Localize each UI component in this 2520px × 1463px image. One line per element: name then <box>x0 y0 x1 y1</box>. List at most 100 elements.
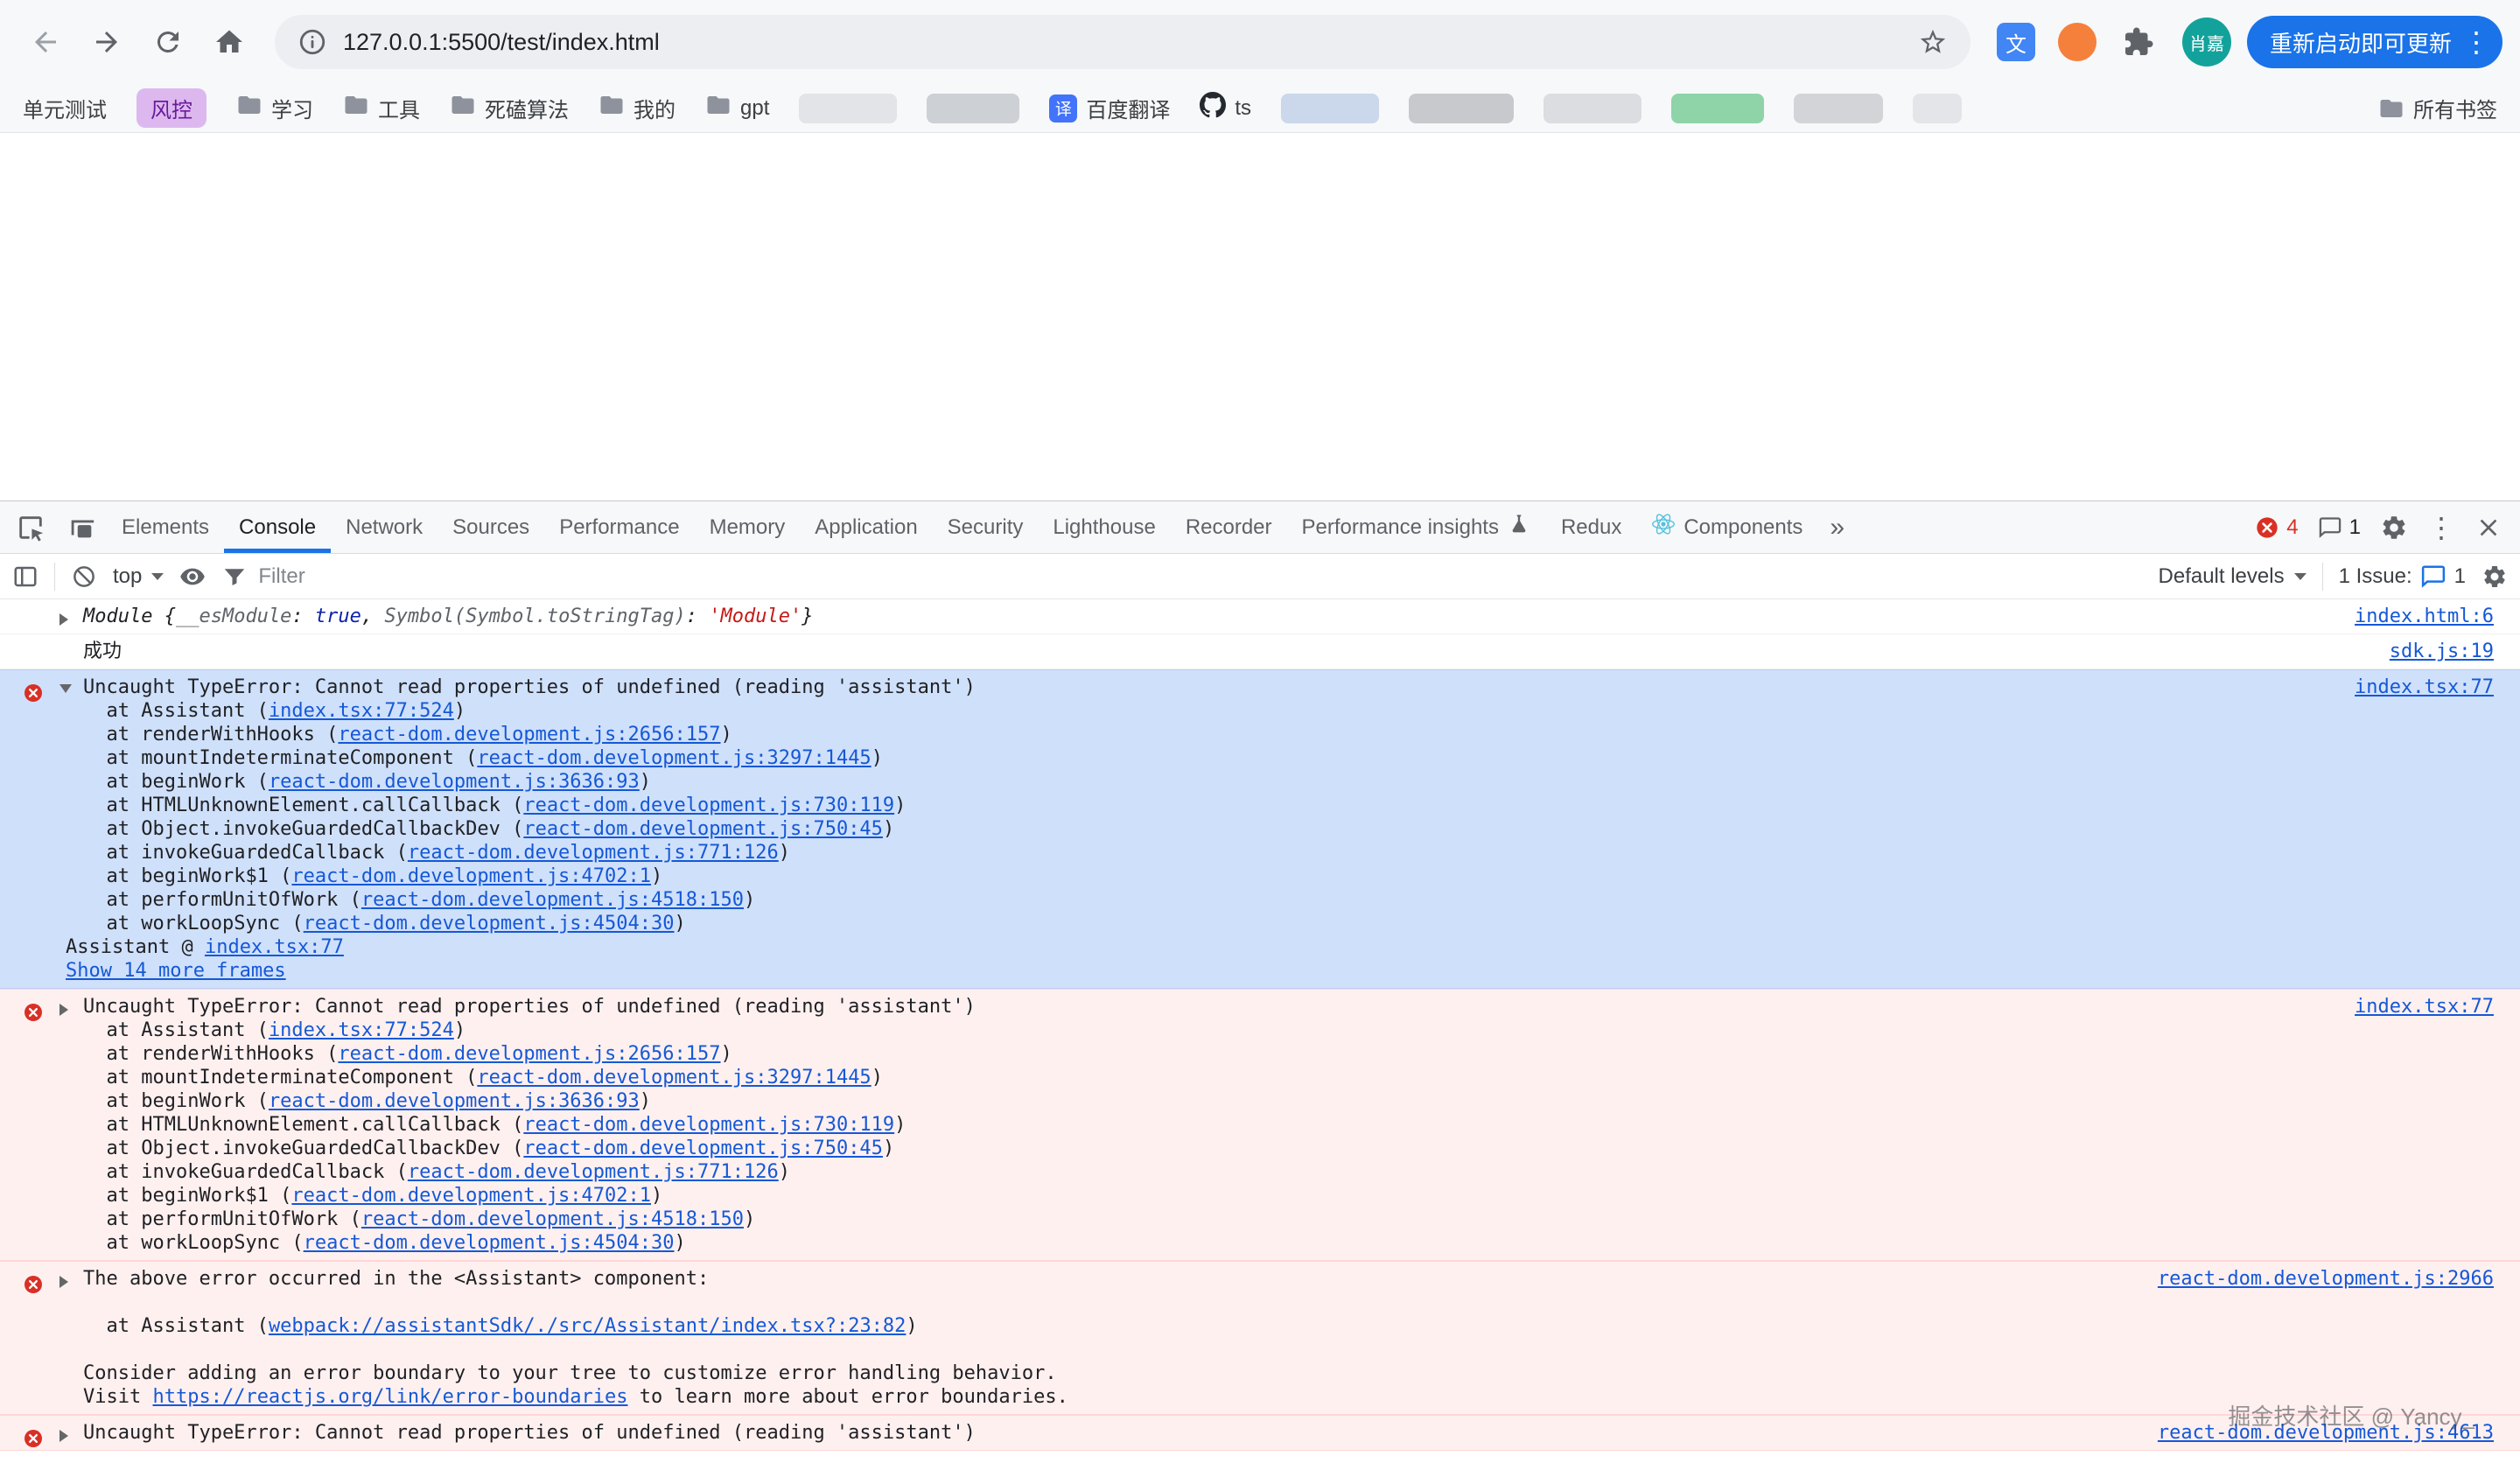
clear-console-button[interactable] <box>71 564 97 590</box>
inspect-element-button[interactable] <box>5 501 56 553</box>
address-bar[interactable]: 127.0.0.1:5500/test/index.html <box>275 15 1970 69</box>
console-link[interactable]: webpack://assistantSdk/./src/Assistant/i… <box>269 1315 906 1337</box>
console-link[interactable]: react-dom.development.js:3297:1445 <box>477 747 871 769</box>
bookmark-item[interactable]: 译百度翻译 <box>1049 93 1170 123</box>
console-source-location[interactable]: sdk.js:19 <box>2390 640 2494 663</box>
console-source-location[interactable]: index.html:6 <box>2355 605 2494 628</box>
console-link[interactable]: react-dom.development.js:2656:157 <box>338 1043 720 1065</box>
tab-elements[interactable]: Elements <box>107 501 224 553</box>
filter-input[interactable] <box>258 564 696 589</box>
tab-performance-insights[interactable]: Performance insights <box>1287 501 1546 553</box>
devtools-menu-button[interactable]: ⋮ <box>2427 511 2455 544</box>
bookmark-redacted[interactable] <box>1671 94 1764 123</box>
disclosure-triangle-icon[interactable] <box>60 1430 68 1442</box>
tab-lighthouse[interactable]: Lighthouse <box>1038 501 1170 553</box>
bookmark-redacted[interactable] <box>799 94 897 123</box>
console-link[interactable]: react-dom.development.js:4518:150 <box>361 889 744 911</box>
tab-recorder[interactable]: Recorder <box>1171 501 1287 553</box>
console-entry[interactable]: The above error occurred in the <Assista… <box>0 1261 2520 1415</box>
tab-security[interactable]: Security <box>933 501 1039 553</box>
console-settings-button[interactable] <box>2482 564 2508 590</box>
console-link[interactable]: react-dom.development.js:3297:1445 <box>477 1067 871 1088</box>
devtools-settings-button[interactable] <box>2380 514 2408 542</box>
profile-avatar[interactable]: 肖嘉 <box>2182 18 2231 66</box>
device-toolbar-button[interactable] <box>56 501 107 553</box>
log-levels-dropdown[interactable]: Default levels <box>2159 564 2306 589</box>
console-link[interactable]: https://reactjs.org/link/error-boundarie… <box>152 1386 627 1408</box>
console-link[interactable]: react-dom.development.js:2656:157 <box>338 724 720 746</box>
extensions-menu-button[interactable] <box>2110 14 2166 70</box>
tab-console[interactable]: Console <box>224 501 331 553</box>
translate-extension-button[interactable]: 文 <box>1988 14 2044 70</box>
browser-menu-kebab-icon[interactable]: ⋮ <box>2462 28 2490 56</box>
console-link[interactable]: index.tsx:77 <box>205 936 344 958</box>
home-button[interactable] <box>201 14 257 70</box>
update-chrome-button[interactable]: 重新启动即可更新 ⋮ <box>2247 16 2502 68</box>
bookmark-item[interactable]: ts <box>1200 92 1251 124</box>
console-message-badge[interactable]: 1 <box>2318 515 2361 540</box>
disclosure-triangle-icon[interactable] <box>60 1004 68 1016</box>
tab-application[interactable]: Application <box>800 501 932 553</box>
console-link[interactable]: Show 14 more frames <box>66 960 286 982</box>
console-entry[interactable]: Uncaught TypeError: Cannot read properti… <box>0 1415 2520 1451</box>
reload-button[interactable] <box>140 14 196 70</box>
all-bookmarks-button[interactable]: 所有书签 <box>2378 93 2497 123</box>
bookmark-redacted[interactable] <box>1281 94 1379 123</box>
orange-extension-button[interactable] <box>2049 14 2105 70</box>
site-info-icon[interactable] <box>298 27 327 57</box>
console-link[interactable]: react-dom.development.js:730:119 <box>523 1114 894 1136</box>
console-link[interactable]: react-dom.development.js:4518:150 <box>361 1208 744 1230</box>
bookmark-redacted[interactable] <box>1544 94 1642 123</box>
console-link[interactable]: index.tsx:77:524 <box>269 700 454 722</box>
console-entry[interactable]: Uncaught TypeError: Cannot read properti… <box>0 989 2520 1261</box>
bookmark-redacted[interactable] <box>1794 94 1883 123</box>
disclosure-triangle-icon[interactable] <box>60 684 72 693</box>
console-link[interactable]: react-dom.development.js:750:45 <box>523 1138 883 1159</box>
tab-redux[interactable]: Redux <box>1546 501 1636 553</box>
devtools-close-button[interactable] <box>2474 514 2502 542</box>
tab-memory[interactable]: Memory <box>695 501 801 553</box>
bookmark-redacted[interactable] <box>927 94 1019 123</box>
more-tabs-button[interactable]: » <box>1817 501 1857 553</box>
console-link[interactable]: index.tsx:77:524 <box>269 1019 454 1041</box>
console-link[interactable]: react-dom.development.js:4504:30 <box>304 1232 675 1254</box>
console-link[interactable]: react-dom.development.js:3636:93 <box>269 1090 640 1112</box>
bookmark-item[interactable]: 单元测试 <box>23 93 107 123</box>
console-link[interactable]: react-dom.development.js:750:45 <box>523 818 883 840</box>
tab-components[interactable]: Components <box>1636 501 1817 553</box>
console-link[interactable]: react-dom.development.js:771:126 <box>408 842 779 864</box>
console-entry[interactable]: Uncaught TypeError: Cannot read properti… <box>0 669 2520 989</box>
error-count-badge[interactable]: 4 <box>2255 515 2298 540</box>
bookmark-item[interactable]: 学习 <box>236 92 313 124</box>
back-button[interactable] <box>18 14 74 70</box>
disclosure-triangle-icon[interactable] <box>60 1276 68 1288</box>
console-link[interactable]: react-dom.development.js:4702:1 <box>291 1185 651 1207</box>
tab-sources[interactable]: Sources <box>438 501 544 553</box>
bookmark-redacted[interactable] <box>1409 94 1514 123</box>
bookmark-item[interactable]: 工具 <box>343 92 420 124</box>
bookmark-item[interactable]: gpt <box>705 92 769 124</box>
bookmark-item[interactable]: 风控 <box>136 88 206 128</box>
console-entry[interactable]: 成功sdk.js:19 <box>0 634 2520 669</box>
console-link[interactable]: react-dom.development.js:4702:1 <box>291 865 651 887</box>
console-source-location[interactable]: react-dom.development.js:4613 <box>2158 1421 2494 1445</box>
console-source-location[interactable]: index.tsx:77 <box>2355 676 2494 699</box>
console-link[interactable]: react-dom.development.js:4504:30 <box>304 913 675 934</box>
console-link[interactable]: react-dom.development.js:771:126 <box>408 1161 779 1183</box>
forward-button[interactable] <box>79 14 135 70</box>
console-source-location[interactable]: react-dom.development.js:2966 <box>2158 1267 2494 1291</box>
console-link[interactable]: react-dom.development.js:3636:93 <box>269 771 640 793</box>
console-source-location[interactable]: index.tsx:77 <box>2355 995 2494 1018</box>
bookmark-star-icon[interactable] <box>1918 27 1948 57</box>
console-entry[interactable]: Module {__esModule: true, Symbol(Symbol.… <box>0 599 2520 634</box>
console-sidebar-toggle[interactable] <box>12 564 38 590</box>
tab-network[interactable]: Network <box>331 501 438 553</box>
bookmark-item[interactable]: 我的 <box>598 92 676 124</box>
bookmark-redacted[interactable] <box>1913 94 1962 123</box>
tab-performance[interactable]: Performance <box>544 501 694 553</box>
issues-button[interactable]: 1 Issue: 1 <box>2339 564 2466 590</box>
bookmark-item[interactable]: 死磕算法 <box>450 92 569 124</box>
live-expression-button[interactable] <box>179 564 206 590</box>
console-link[interactable]: react-dom.development.js:730:119 <box>523 794 894 816</box>
context-selector[interactable]: top <box>113 564 164 589</box>
